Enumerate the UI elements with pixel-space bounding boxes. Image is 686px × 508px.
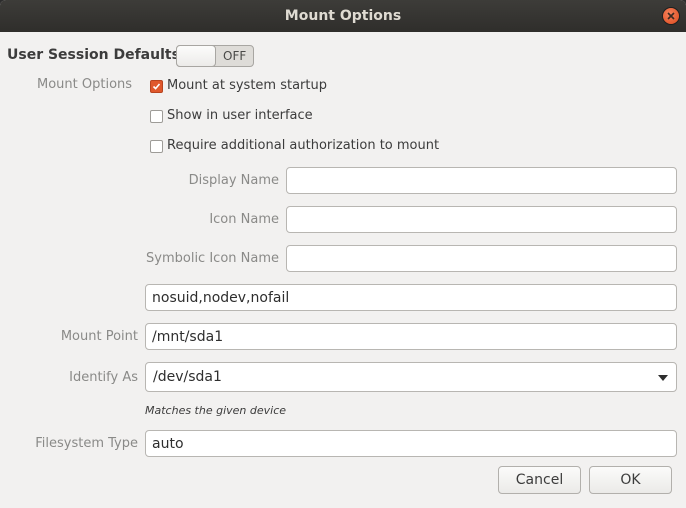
require-auth-checkbox[interactable] — [150, 140, 163, 153]
show-in-ui-checkbox[interactable] — [150, 110, 163, 123]
icon-name-field[interactable] — [286, 206, 677, 233]
symbolic-icon-name-label: Symbolic Icon Name — [146, 251, 279, 266]
mount-point-field[interactable] — [145, 323, 677, 350]
mount-at-startup-label[interactable]: Mount at system startup — [167, 78, 327, 93]
show-in-ui-label[interactable]: Show in user interface — [167, 108, 313, 123]
filesystem-type-field[interactable] — [145, 430, 677, 457]
switch-knob[interactable] — [176, 45, 216, 67]
mount-options-dialog: Mount Options User Session Defaults OFF … — [0, 0, 686, 508]
switch-state-label: OFF — [223, 49, 247, 63]
close-button[interactable] — [663, 8, 679, 24]
window-title: Mount Options — [284, 8, 402, 24]
mount-options-label: Mount Options — [37, 77, 133, 92]
display-name-label: Display Name — [188, 173, 279, 188]
mount-options-field[interactable] — [145, 284, 677, 311]
display-name-field[interactable] — [286, 167, 677, 194]
identify-as-label: Identify As — [69, 370, 138, 385]
title-bar: Mount Options — [0, 0, 686, 32]
user-session-defaults-switch[interactable]: OFF — [176, 45, 254, 67]
close-icon — [667, 12, 675, 20]
identify-as-hint: Matches the given device — [145, 404, 287, 417]
mount-at-startup-checkbox[interactable] — [150, 80, 163, 93]
mount-point-label: Mount Point — [60, 329, 138, 344]
symbolic-icon-name-field[interactable] — [286, 245, 677, 272]
user-session-defaults-label: User Session Defaults — [7, 47, 180, 63]
identify-as-dropdown[interactable]: /dev/sda1 — [145, 362, 677, 392]
icon-name-label: Icon Name — [209, 212, 279, 227]
identify-as-value: /dev/sda1 — [153, 369, 222, 385]
chevron-down-icon — [658, 375, 668, 381]
cancel-button[interactable]: Cancel — [498, 466, 581, 494]
ok-button[interactable]: OK — [589, 466, 672, 494]
filesystem-type-label: Filesystem Type — [35, 436, 138, 451]
checkmark-icon — [152, 83, 161, 90]
require-auth-label[interactable]: Require additional authorization to moun… — [167, 138, 439, 153]
